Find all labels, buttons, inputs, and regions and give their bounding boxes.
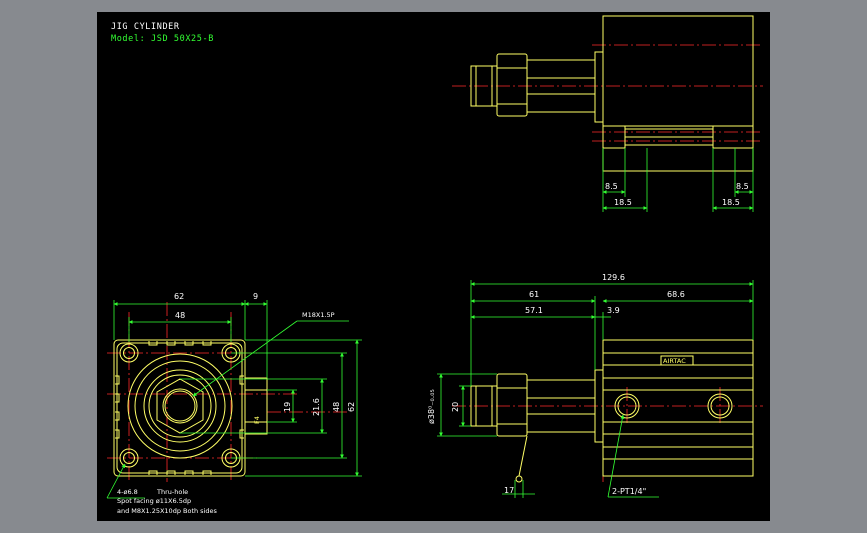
dim-rod-length: 61 bbox=[529, 290, 539, 299]
dim-front-width: 62 bbox=[174, 292, 184, 301]
front-view-dims bbox=[106, 300, 362, 499]
dim-rod-diameter: 20 bbox=[451, 402, 460, 412]
dim-left-width: 8.5 bbox=[605, 182, 618, 191]
note-spot-facing: Spot facing ø11X6.5dp bbox=[117, 497, 191, 505]
dim-left-span: 18.5 bbox=[614, 198, 632, 207]
aux-mark: F4 bbox=[253, 416, 261, 424]
dim-port-height: 19 bbox=[283, 402, 292, 412]
side-view: 129.6 61 68.6 57.1 3.9 ø38⁰₋₀.₀₅ 20 17 2… bbox=[427, 273, 763, 498]
dim-total-length: 129.6 bbox=[602, 273, 625, 282]
dim-body-length: 68.6 bbox=[667, 290, 685, 299]
note-thru: Thru-hole bbox=[156, 488, 188, 496]
dim-front-inner-width: 48 bbox=[175, 311, 185, 320]
dim-right-span: 18.5 bbox=[722, 198, 740, 207]
note-tap: and M8X1.25X10dp Both sides bbox=[117, 507, 217, 515]
note-holes: 4-ø6.8 bbox=[117, 488, 138, 496]
dim-total-height: 62 bbox=[347, 402, 356, 412]
dim-inner-height: 21.6 bbox=[312, 398, 321, 416]
dim-side-offset: 3.9 bbox=[607, 306, 620, 315]
front-view: 62 9 48 M18X1.5P 19 21.6 48 62 F4 4-ø6.8… bbox=[106, 292, 362, 515]
dim-wrench: 17 bbox=[504, 486, 514, 495]
side-view-centerlines bbox=[452, 342, 763, 482]
front-view-outline bbox=[113, 339, 268, 477]
thread-label: M18X1.5P bbox=[302, 311, 335, 319]
side-view-outline bbox=[470, 339, 754, 483]
top-view-centerlines bbox=[452, 44, 763, 142]
nameplate: AIRTAC bbox=[663, 357, 686, 365]
drawing-sheet: JIG CYLINDER Model: JSD 50X25-B 8.5 8.5 … bbox=[97, 12, 770, 521]
top-view-outline bbox=[470, 15, 754, 172]
dim-right-width: 8.5 bbox=[736, 182, 749, 191]
dim-bore: ø38⁰₋₀.₀₅ bbox=[427, 389, 436, 424]
dim-rod-inner: 57.1 bbox=[525, 306, 543, 315]
top-view: 8.5 8.5 18.5 18.5 bbox=[452, 15, 763, 212]
cad-drawing: 8.5 8.5 18.5 18.5 62 9 48 M18X1.5P 19 21… bbox=[106, 15, 763, 515]
dim-front-offset: 9 bbox=[253, 292, 258, 301]
port-label: 2-PT1/4" bbox=[612, 487, 646, 496]
dim-pitch-height: 48 bbox=[332, 402, 341, 412]
